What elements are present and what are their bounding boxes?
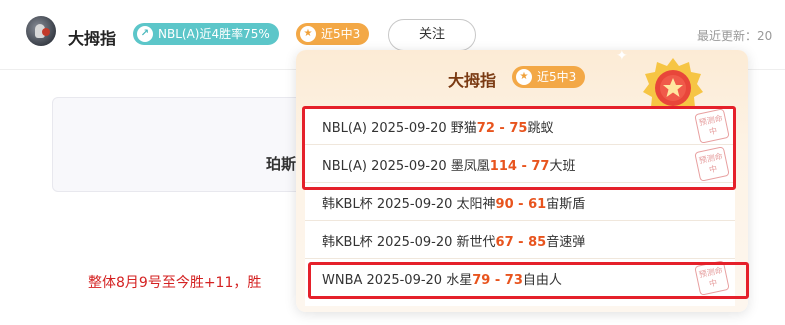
league-name: 韩KBL杯 [322,235,373,250]
match-score: 67 - 85 [495,235,547,250]
match-date: 2025-09-20 [376,235,453,250]
match-date: 2025-09-20 [376,197,453,212]
prediction-row[interactable]: 韩KBL杯 2025-09-20 新世代67 - 85音速弹 [305,221,735,259]
prediction-text: 韩KBL杯 2025-09-20 新世代67 - 85音速弹 [322,231,585,250]
popup-streak-badge: ★ 近5中3 [512,66,586,88]
last-updated-label: 最近更新：20 [697,29,773,43]
streak-badge[interactable]: ★ 近5中3 [296,23,370,45]
nbl-winrate-badge: ↗ NBL(A)近4胜率75% [133,23,279,45]
star-icon: ★ [300,26,316,42]
arrow-up-icon: ↗ [137,26,153,42]
article-card [52,97,302,192]
star-icon: ★ [516,69,532,85]
streak-label: 近5中3 [321,27,361,41]
home-team: 新世代 [456,235,496,250]
away-team: 音速弹 [546,235,586,250]
nbl-winrate-label: NBL(A)近4胜率75% [158,27,270,41]
user-name[interactable]: 大拇指 [68,25,116,49]
home-team: 太阳神 [456,197,496,212]
follow-button[interactable]: 关注 [388,19,476,51]
record-summary-text: 整体8月9号至今胜+11，胜 [88,275,262,291]
sparkle-icon: ✦ [616,50,628,64]
match-score: 90 - 61 [495,197,547,212]
popup-title: 大拇指 [448,71,497,90]
highlight-box [302,106,736,190]
prediction-text: 韩KBL杯 2025-09-20 太阳神90 - 61宙斯盾 [322,193,585,212]
highlight-box [308,262,749,299]
league-name: 韩KBL杯 [322,197,373,212]
user-avatar[interactable] [26,16,56,46]
article-title-fragment: 珀斯 [266,155,297,173]
popup-streak-label: 近5中3 [537,70,577,84]
away-team: 宙斯盾 [546,197,586,212]
